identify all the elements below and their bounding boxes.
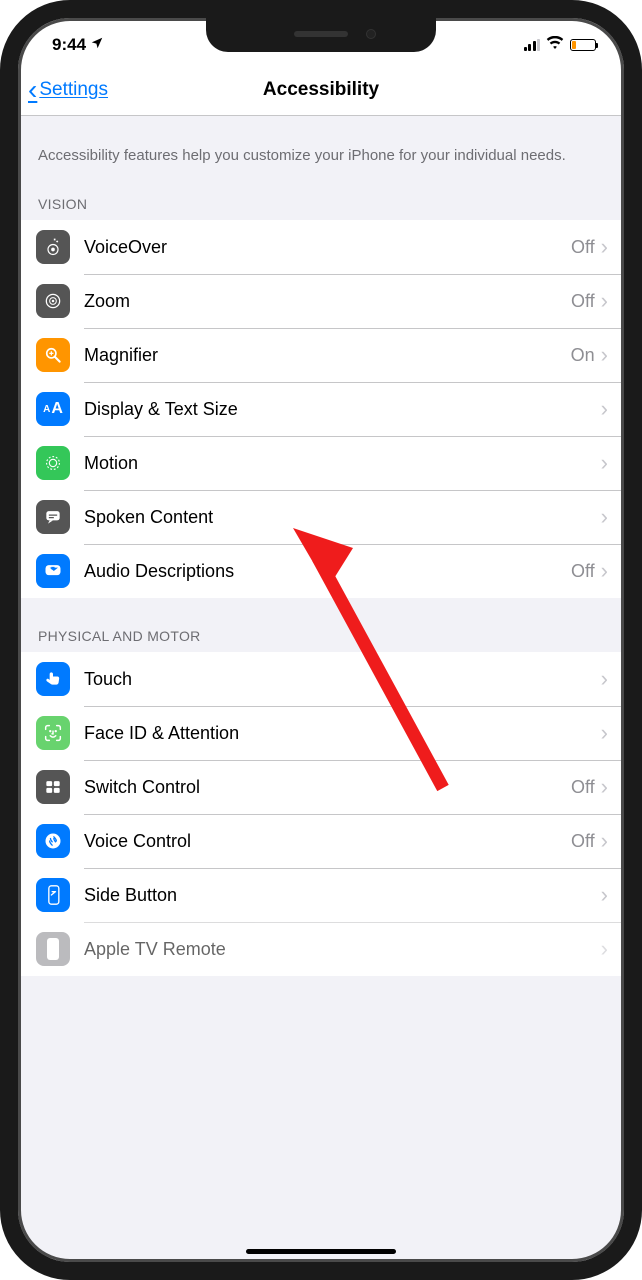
home-indicator[interactable] [246,1249,396,1254]
row-motion[interactable]: Motion › [18,436,624,490]
vision-list: VoiceOver Off › Zoom Off › Magnifier On … [18,220,624,598]
svg-text:❞: ❞ [51,566,55,575]
side-button-icon [36,878,70,912]
row-zoom[interactable]: Zoom Off › [18,274,624,328]
chevron-right-icon: › [601,720,608,746]
row-label: Zoom [84,291,571,312]
nav-bar: ‹ Settings Accessibility [18,64,624,116]
row-label: Magnifier [84,345,571,366]
switch-control-icon [36,770,70,804]
row-spoken-content[interactable]: Spoken Content › [18,490,624,544]
chevron-right-icon: › [601,828,608,854]
row-label: Apple TV Remote [84,939,601,960]
row-label: Face ID & Attention [84,723,601,744]
status-time: 9:44 [52,35,86,55]
row-label: Audio Descriptions [84,561,571,582]
row-label: Motion [84,453,601,474]
voice-control-icon [36,824,70,858]
row-switch-control[interactable]: Switch Control Off › [18,760,624,814]
row-touch[interactable]: Touch › [18,652,624,706]
chevron-right-icon: › [601,882,608,908]
row-label: Switch Control [84,777,571,798]
speech-bubble-icon [36,500,70,534]
chevron-right-icon: › [601,288,608,314]
chevron-right-icon: › [601,504,608,530]
row-label: Display & Text Size [84,399,601,420]
row-label: Touch [84,669,601,690]
chevron-right-icon: › [601,396,608,422]
page-title: Accessibility [263,79,379,101]
row-value: Off [571,291,595,312]
row-label: VoiceOver [84,237,571,258]
row-voice-control[interactable]: Voice Control Off › [18,814,624,868]
section-header-physical: PHYSICAL AND MOTOR [18,598,624,652]
row-label: Spoken Content [84,507,601,528]
text-size-icon: AA [36,392,70,426]
zoom-icon [36,284,70,318]
wifi-icon [546,35,564,55]
voiceover-icon [36,230,70,264]
row-audio-descriptions[interactable]: ❞ Audio Descriptions Off › [18,544,624,598]
back-button[interactable]: ‹ Settings [18,76,108,104]
row-value: Off [571,561,595,582]
row-label: Voice Control [84,831,571,852]
chevron-right-icon: › [601,342,608,368]
row-apple-tv-remote[interactable]: Apple TV Remote › [18,922,624,976]
header-description: Accessibility features help you customiz… [18,116,624,174]
row-magnifier[interactable]: Magnifier On › [18,328,624,382]
chevron-left-icon: ‹ [28,76,37,104]
row-voiceover[interactable]: VoiceOver Off › [18,220,624,274]
remote-icon [36,932,70,966]
section-header-vision: VISION [18,174,624,220]
motion-icon [36,446,70,480]
row-value: Off [571,831,595,852]
row-display-text-size[interactable]: AA Display & Text Size › [18,382,624,436]
audio-description-icon: ❞ [36,554,70,588]
back-label: Settings [39,79,108,101]
chevron-right-icon: › [601,450,608,476]
touch-icon [36,662,70,696]
chevron-right-icon: › [601,666,608,692]
settings-content[interactable]: Accessibility features help you customiz… [18,116,624,1262]
row-face-id[interactable]: Face ID & Attention › [18,706,624,760]
device-notch [206,16,436,52]
battery-icon [570,39,596,51]
face-id-icon [36,716,70,750]
chevron-right-icon: › [601,558,608,584]
row-value: On [571,345,595,366]
chevron-right-icon: › [601,234,608,260]
row-label: Side Button [84,885,601,906]
location-arrow-icon [90,35,104,55]
row-value: Off [571,777,595,798]
cellular-signal-icon [524,39,541,51]
chevron-right-icon: › [601,774,608,800]
row-side-button[interactable]: Side Button › [18,868,624,922]
magnifier-icon [36,338,70,372]
chevron-right-icon: › [601,936,608,962]
physical-list: Touch › Face ID & Attention › Switch Con… [18,652,624,976]
row-value: Off [571,237,595,258]
